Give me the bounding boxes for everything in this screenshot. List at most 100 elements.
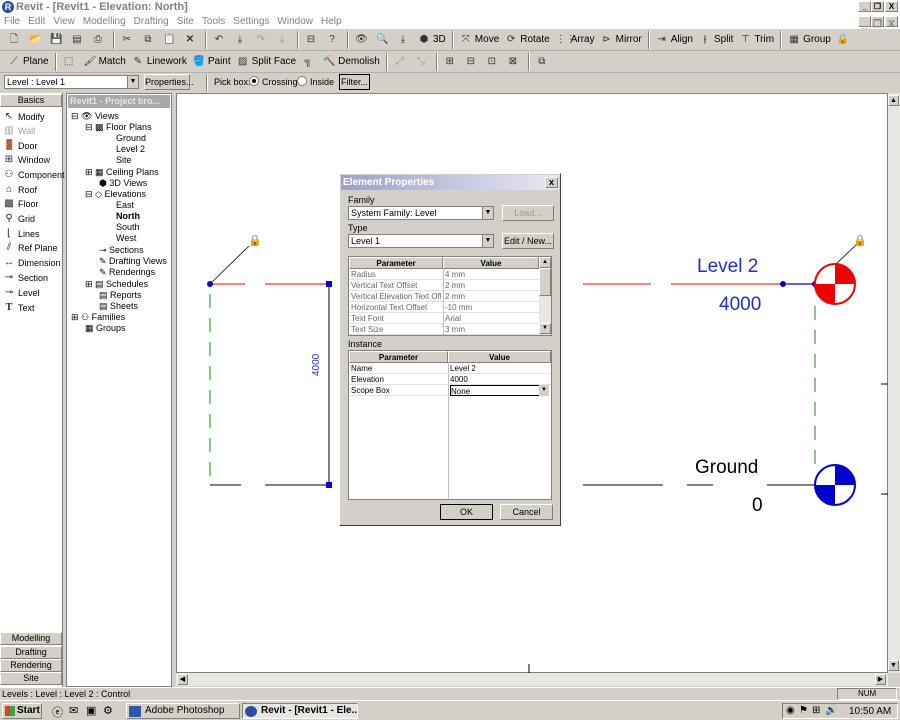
tree-families[interactable]: ⊞ ⚇ Families xyxy=(71,312,125,323)
tab-modelling[interactable]: Modelling xyxy=(0,632,62,645)
ie-icon[interactable]: ⓔ xyxy=(52,704,63,720)
zoom-list-icon[interactable]: ⤓ xyxy=(394,31,415,49)
tab-site[interactable]: Site xyxy=(0,672,62,685)
undo-icon[interactable]: ↶ xyxy=(210,31,231,49)
tree-3d-views[interactable]: ⬢ 3D Views xyxy=(99,178,147,189)
tab-rendering[interactable]: Rendering xyxy=(0,659,62,672)
tree-views[interactable]: ⊟ 👁 Views xyxy=(71,111,119,122)
group-button[interactable]: ▦ Group xyxy=(785,31,834,49)
designbar-text[interactable]: T Text xyxy=(3,301,35,315)
trim-button[interactable]: ⊤ Trim xyxy=(736,31,777,49)
scroll-up-icon[interactable]: ▲ xyxy=(888,95,899,106)
designbar-section[interactable]: ⊸ Section xyxy=(3,271,48,285)
menu-edit[interactable]: Edit xyxy=(24,14,49,29)
designbar-modify[interactable]: ↖ Modify xyxy=(3,110,45,124)
tray-icon[interactable]: ⊞ xyxy=(812,705,820,716)
view3d-button[interactable]: ⬢ 3D xyxy=(415,31,449,49)
ok-button[interactable]: OK xyxy=(440,504,493,520)
workset-3-icon[interactable]: ⊡ xyxy=(483,53,504,71)
menu-help[interactable]: Help xyxy=(317,14,346,29)
menu-tools[interactable]: Tools xyxy=(198,14,229,29)
tree-ceiling-plans[interactable]: ⊞ ▦ Ceiling Plans xyxy=(85,167,159,178)
pick-icon[interactable]: ⬚ xyxy=(60,53,81,71)
type-selector[interactable]: Level : Level 1 ▼ xyxy=(4,75,139,89)
copy-icon[interactable]: ⧉ xyxy=(139,31,160,49)
print-icon[interactable]: ⎙ xyxy=(89,31,110,49)
inside-radio[interactable] xyxy=(297,76,307,86)
plane-button[interactable]: ⟋ Plane xyxy=(0,53,52,71)
menu-window[interactable]: Window xyxy=(273,14,317,29)
workset-4-icon[interactable]: ⊠ xyxy=(504,53,525,71)
instance-param-row[interactable]: Name Level 2 xyxy=(349,363,551,374)
media-icon[interactable]: ⚙ xyxy=(103,704,113,717)
menu-settings[interactable]: Settings xyxy=(229,14,273,29)
split-button[interactable]: ⫲ Split xyxy=(696,31,736,49)
tree-site[interactable]: Site xyxy=(116,155,132,166)
undo-list-icon[interactable]: ⤓ xyxy=(231,31,252,49)
saveall-icon[interactable]: ▤ xyxy=(68,31,89,49)
dim-tool-1-icon[interactable]: ⤢ xyxy=(391,53,412,71)
split-face-button[interactable]: ▨ Split Face xyxy=(234,53,299,71)
type-param-row[interactable]: Vertical Elevation Text Off 2 mm xyxy=(349,291,539,302)
type-param-row[interactable]: Text Size 3 mm xyxy=(349,324,539,335)
ground-elevation[interactable]: 0 xyxy=(752,495,763,517)
dim-grip-top[interactable] xyxy=(326,281,332,287)
demolish-button[interactable]: 🔨 Demolish xyxy=(320,53,383,71)
zoom-icon[interactable]: 🔍 xyxy=(373,31,394,49)
restore-button[interactable]: ❐ xyxy=(871,1,884,12)
edit-new-button[interactable]: Edit / New... xyxy=(502,233,554,249)
lock-icon[interactable]: 🔒 xyxy=(834,31,855,49)
close-button[interactable]: X xyxy=(885,1,898,12)
designbar-door[interactable]: 🚪 Door xyxy=(3,139,38,153)
scroll-right-icon[interactable]: ▶ xyxy=(875,674,886,685)
designbar-grid[interactable]: ⚲ Grid xyxy=(3,212,35,226)
mirror-button[interactable]: ⊳ Mirror xyxy=(598,31,645,49)
designbar-window[interactable]: ⊞ Window xyxy=(3,153,50,167)
designbar-level[interactable]: ⊸ Level xyxy=(3,286,40,300)
menu-drafting[interactable]: Drafting xyxy=(130,14,173,29)
scroll-down-icon[interactable]: ▼ xyxy=(539,323,551,334)
rotate-button[interactable]: ⟳ Rotate xyxy=(502,31,552,49)
task-photoshop[interactable]: Adobe Photoshop xyxy=(126,703,240,719)
dim-grip-bottom[interactable] xyxy=(326,482,332,488)
cut-icon[interactable]: ✂ xyxy=(118,31,139,49)
vertical-scrollbar[interactable]: ▲ ▼ xyxy=(888,93,900,673)
workset-1-icon[interactable]: ⊞ xyxy=(441,53,462,71)
menu-view[interactable]: View xyxy=(49,14,79,29)
network-icon[interactable]: ◉ xyxy=(786,705,795,716)
instance-parameters-grid[interactable]: Parameter Value Name Level 2 Elevation 4000… xyxy=(348,350,552,500)
level-2-elevation[interactable]: 4000 xyxy=(719,294,761,316)
tree-south[interactable]: South xyxy=(116,222,140,233)
menu-modelling[interactable]: Modelling xyxy=(79,14,130,29)
desktop-icon[interactable]: ▣ xyxy=(86,704,96,717)
measure-icon[interactable]: ⊟ xyxy=(302,31,323,49)
volume-icon[interactable]: 🔊 xyxy=(825,705,837,716)
tree-sections[interactable]: ⊸ Sections xyxy=(99,245,144,256)
move-button[interactable]: ⤧ Move xyxy=(457,31,502,49)
crossing-radio[interactable] xyxy=(249,76,259,86)
tree-ground[interactable]: Ground xyxy=(116,133,146,144)
tree-schedules[interactable]: ⊞ ▤ Schedules xyxy=(85,279,148,290)
visibility-icon[interactable]: 👁 xyxy=(352,31,373,49)
new-icon[interactable]: 🗋 xyxy=(0,31,26,49)
designbar-lines[interactable]: ⌊ Lines xyxy=(3,227,39,241)
paste-icon[interactable]: 📋 xyxy=(160,31,181,49)
designbar-floor[interactable]: ▩ Floor xyxy=(3,197,38,211)
menu-site[interactable]: Site xyxy=(173,14,198,29)
tree-floor-plans[interactable]: ⊟ ▩ Floor Plans xyxy=(85,122,152,133)
level-2-name[interactable]: Level 2 xyxy=(697,256,758,278)
outlook-icon[interactable]: ✉ xyxy=(69,704,78,717)
delete-icon[interactable]: ✕ xyxy=(181,31,202,49)
family-select[interactable]: System Family: Level ▼ xyxy=(348,206,494,220)
workset-2-icon[interactable]: ⊟ xyxy=(462,53,483,71)
start-button[interactable]: Start xyxy=(2,703,42,719)
type-param-row[interactable]: Text Font Arial xyxy=(349,313,539,324)
chevron-down-icon[interactable]: ▼ xyxy=(539,385,549,396)
redo-list-icon[interactable]: ⤓ xyxy=(273,31,294,49)
paint-button[interactable]: 🪣 Paint xyxy=(190,53,234,71)
linework-button[interactable]: ✎ Linework xyxy=(129,53,190,71)
tab-drafting[interactable]: Drafting xyxy=(0,646,62,659)
array-button[interactable]: ⋮⋮ Array xyxy=(553,31,598,49)
scroll-down-icon[interactable]: ▼ xyxy=(888,660,899,671)
type-parameters-grid[interactable]: Parameter Value ▲ ▼ Radius 4 mm Vertical T… xyxy=(348,256,552,336)
